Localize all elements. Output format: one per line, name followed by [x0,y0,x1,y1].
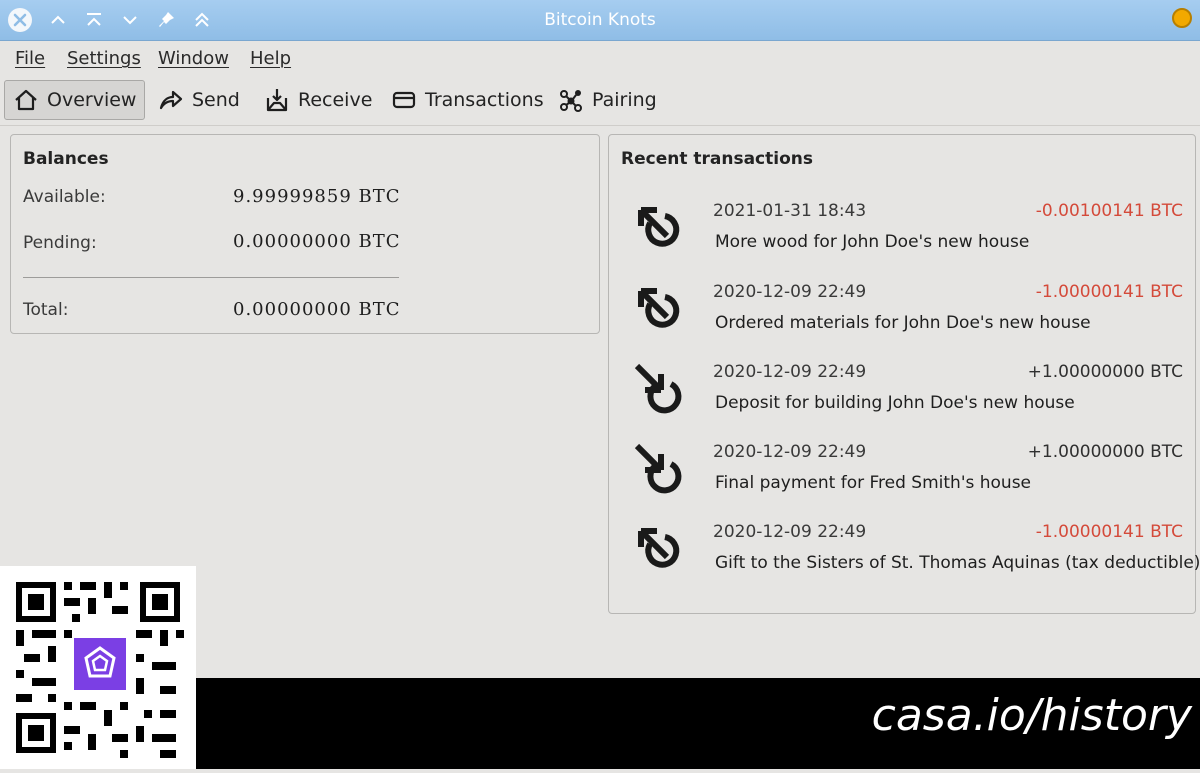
transactions-card-icon [392,91,416,109]
pending-value: 0.00000000 BTC [233,231,401,252]
tab-pairing[interactable]: Pairing [550,80,665,120]
tab-receive[interactable]: Receive [256,80,380,120]
transaction-amount: -1.00000141 BTC [1035,522,1183,542]
transaction-row[interactable]: 2020-12-09 22:49 -1.00000141 BTC Ordered… [609,276,1197,356]
transaction-description: Gift to the Sisters of St. Thomas Aquina… [715,553,1200,573]
received-transaction-icon [634,443,682,494]
tab-pairing-label: Pairing [592,89,657,111]
transaction-date: 2020-12-09 22:49 [713,282,867,302]
receive-inbox-icon [266,89,288,112]
transaction-amount: -0.00100141 BTC [1035,201,1183,221]
transaction-amount: -1.00000141 BTC [1035,282,1183,302]
tab-transactions-label: Transactions [425,89,544,111]
transaction-row[interactable]: 2021-01-31 18:43 -0.00100141 BTC More wo… [609,195,1197,275]
available-label: Available: [23,187,106,207]
menu-file[interactable]: File [15,47,45,71]
transaction-row[interactable]: 2020-12-09 22:49 +1.00000000 BTC Final p… [609,436,1197,516]
balances-panel: Balances Available: 9.99999859 BTC Pendi… [10,134,600,334]
transaction-amount: +1.00000000 BTC [1027,442,1183,462]
tab-overview[interactable]: Overview [4,80,145,120]
menu-bar: File Settings Window Help [0,41,1200,77]
total-value: 0.00000000 BTC [233,299,401,320]
window-title: Bitcoin Knots [544,10,656,30]
menu-window[interactable]: Window [158,47,229,71]
transaction-date: 2020-12-09 22:49 [713,362,867,382]
footer-url: casa.io/history [871,690,1192,741]
sent-transaction-icon [638,207,680,247]
toolbar: Overview Send Receive Transactions Pairi… [0,77,1200,126]
recent-transactions-title: Recent transactions [621,149,813,169]
tab-send[interactable]: Send [150,80,248,120]
tab-send-label: Send [192,89,240,111]
pending-label: Pending: [23,233,97,253]
total-label: Total: [23,300,69,320]
menu-settings[interactable]: Settings [67,47,141,71]
received-transaction-icon [634,363,682,414]
sent-transaction-icon [638,528,680,568]
pairing-nodes-icon [560,90,582,112]
transaction-description: More wood for John Doe's new house [715,232,1030,252]
balances-title: Balances [23,149,109,169]
transaction-amount: +1.00000000 BTC [1027,362,1183,382]
transaction-description: Ordered materials for John Doe's new hou… [715,313,1091,333]
send-arrow-icon [159,90,183,110]
qr-code [0,566,196,769]
menu-help[interactable]: Help [250,47,291,71]
tab-overview-label: Overview [47,89,137,111]
transaction-description: Final payment for Fred Smith's house [715,473,1032,493]
balances-divider [23,277,399,278]
transaction-row[interactable]: 2020-12-09 22:49 +1.00000000 BTC Deposit… [609,356,1197,436]
transaction-date: 2021-01-31 18:43 [713,201,867,221]
transaction-date: 2020-12-09 22:49 [713,442,867,462]
available-value: 9.99999859 BTC [233,186,401,207]
home-icon [15,89,37,111]
footer-banner: casa.io/history [196,678,1200,769]
tab-transactions[interactable]: Transactions [383,80,552,120]
transaction-date: 2020-12-09 22:49 [713,522,867,542]
transaction-row[interactable]: 2020-12-09 22:49 -1.00000141 BTC Gift to… [609,516,1200,596]
sent-transaction-icon [638,288,680,328]
qr-code-icon [16,582,184,758]
title-bar: Bitcoin Knots [0,0,1200,41]
transaction-description: Deposit for building John Doe's new hous… [715,393,1075,413]
recent-transactions-panel: Recent transactions 2021-01-31 18:43 -0.… [608,134,1200,614]
bitcoin-knots-logo-icon [1172,8,1192,28]
tab-receive-label: Receive [298,89,373,111]
